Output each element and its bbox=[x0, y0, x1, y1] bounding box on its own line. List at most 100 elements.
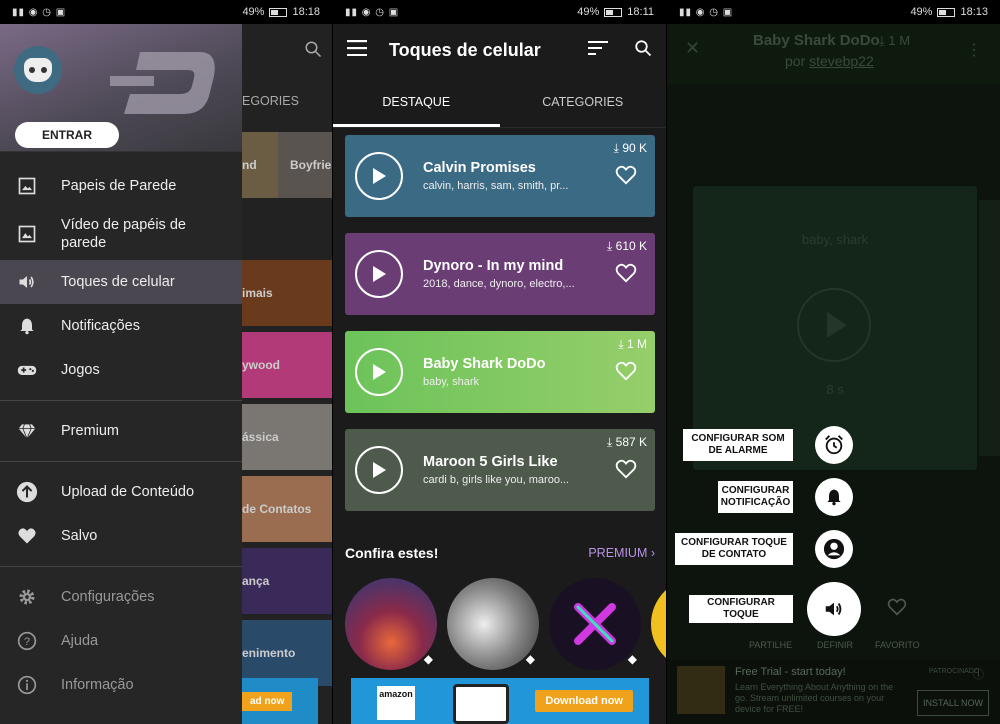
more-options-icon[interactable]: ⋮ bbox=[966, 40, 982, 60]
download-count-value: 90 K bbox=[622, 141, 647, 155]
battery-text: 49% bbox=[242, 6, 265, 18]
premium-thumbnail[interactable]: ◆ bbox=[447, 578, 539, 670]
phone-image bbox=[453, 684, 509, 724]
set-contact-ringtone-label[interactable]: CONFIGURAR TOQUE DE CONTATO bbox=[675, 533, 793, 565]
download-count: ⤓ 587 K bbox=[607, 435, 647, 450]
ringtone-name: Maroon 5 Girls Like bbox=[423, 454, 558, 470]
status-bar: ▮▮ ◉ ◷ ▣ 49% 18:13 bbox=[667, 0, 1000, 24]
gear-icon bbox=[16, 586, 38, 608]
share-label[interactable]: PARTILHE bbox=[749, 640, 792, 650]
menu-item-notifications[interactable]: Notificações bbox=[0, 304, 242, 348]
play-button[interactable] bbox=[355, 446, 403, 494]
premium-thumbnail[interactable]: ◆ bbox=[549, 578, 641, 670]
info-icon[interactable]: ⓘ bbox=[973, 666, 984, 682]
ringtone-name: Dynoro - In my mind bbox=[423, 258, 564, 274]
hamburger-menu-icon[interactable] bbox=[347, 39, 367, 61]
ringtone-card[interactable]: Maroon 5 Girls Like cardi b, girls like y… bbox=[345, 429, 655, 511]
menu-item-info[interactable]: Informação bbox=[0, 663, 242, 707]
favorite-heart-icon[interactable] bbox=[615, 459, 637, 484]
divider bbox=[0, 566, 242, 567]
favorite-heart-icon[interactable] bbox=[887, 598, 907, 621]
tab-featured[interactable]: DESTAQUE bbox=[333, 76, 500, 127]
ringtone-tags: calvin, harris, sam, smith, pr... bbox=[423, 180, 569, 192]
signal-icons: ▮▮ ◉ ◷ ▣ bbox=[12, 6, 67, 18]
battery-icon bbox=[937, 7, 956, 17]
favorite-heart-icon[interactable] bbox=[615, 165, 637, 190]
ad-logo bbox=[677, 666, 725, 714]
menu-item-label: Informação bbox=[61, 677, 134, 693]
bell-icon bbox=[827, 489, 841, 506]
play-button[interactable] bbox=[355, 152, 403, 200]
favorite-label[interactable]: FAVORITO bbox=[875, 640, 920, 650]
menu-item-label: Salvo bbox=[61, 528, 98, 544]
menu-item-upload[interactable]: Upload de Conteúdo bbox=[0, 470, 242, 514]
help-icon: ? bbox=[16, 630, 38, 652]
set-alarm-button[interactable] bbox=[815, 426, 853, 464]
divider bbox=[0, 461, 242, 462]
ad-banner[interactable]: Free Trial - start today! Learn Everythi… bbox=[667, 660, 1000, 724]
ringtone-card[interactable]: Calvin Promises calvin, harris, sam, smit… bbox=[345, 135, 655, 217]
favorite-heart-icon[interactable] bbox=[615, 263, 637, 288]
close-icon[interactable]: ✕ bbox=[685, 38, 700, 59]
play-button[interactable] bbox=[797, 288, 871, 362]
ringtones-screen: ▮▮ ◉ ◷ ▣ 49% 18:11 Toques de celular DEST… bbox=[332, 0, 666, 724]
battery-icon bbox=[604, 7, 623, 17]
ringtone-card[interactable]: Dynoro - In my mind 2018, dance, dynoro, … bbox=[345, 233, 655, 315]
favorite-heart-icon[interactable] bbox=[615, 361, 637, 386]
premium-thumbnail[interactable] bbox=[651, 578, 666, 670]
divider bbox=[0, 400, 242, 401]
menu-item-games[interactable]: Jogos bbox=[0, 348, 242, 392]
download-count-value: 1 M bbox=[626, 337, 647, 351]
premium-thumbnail[interactable]: ◆ bbox=[345, 578, 437, 670]
bg-tile: imais bbox=[242, 260, 332, 326]
install-now-button[interactable]: INSTALL NOW bbox=[917, 690, 989, 716]
menu-item-help[interactable]: ? Ajuda bbox=[0, 619, 242, 663]
speaker-icon bbox=[825, 602, 842, 616]
navigation-drawer: ENTRAR Papeis de Parede Vídeo de papéis … bbox=[0, 24, 242, 724]
avatar[interactable] bbox=[14, 46, 62, 94]
set-ringtone-label[interactable]: CONFIGURAR TOQUE bbox=[689, 595, 793, 623]
menu-item-label: Notificações bbox=[61, 318, 140, 334]
menu-item-label: Upload de Conteúdo bbox=[61, 484, 195, 500]
menu-item-wallpapers[interactable]: Papeis de Parede bbox=[0, 164, 242, 208]
set-notification-label[interactable]: CONFIGURAR NOTIFICAÇÃO bbox=[718, 481, 793, 513]
play-button[interactable] bbox=[355, 348, 403, 396]
play-button[interactable] bbox=[355, 250, 403, 298]
search-icon[interactable] bbox=[634, 39, 652, 62]
next-card-peek bbox=[979, 200, 1000, 456]
diamond-icon: ◆ bbox=[525, 652, 535, 666]
ad-banner[interactable]: amazon Download now bbox=[351, 678, 649, 724]
menu-item-saved[interactable]: Salvo bbox=[0, 514, 242, 558]
diamond-icon bbox=[16, 420, 38, 442]
ringtone-tags: cardi b, girls like you, maroo... bbox=[423, 474, 570, 486]
tab-categories[interactable]: CATEGORIES bbox=[500, 76, 667, 127]
download-now-button[interactable]: Download now bbox=[535, 690, 633, 712]
bg-tile: ássica bbox=[242, 404, 332, 470]
bg-tile: ywood bbox=[242, 332, 332, 398]
set-alarm-label[interactable]: CONFIGURAR SOM DE ALARME bbox=[683, 429, 793, 461]
enter-button[interactable]: ENTRAR bbox=[15, 122, 119, 148]
menu-item-ringtones[interactable]: Toques de celular bbox=[0, 260, 242, 304]
author-link[interactable]: stevebp22 bbox=[809, 53, 874, 69]
set-ringtone-button[interactable] bbox=[807, 582, 861, 636]
contact-icon bbox=[823, 538, 845, 560]
menu-item-label: Toques de celular bbox=[61, 274, 175, 290]
menu-item-settings[interactable]: Configurações bbox=[0, 575, 242, 619]
set-contact-ringtone-button[interactable] bbox=[815, 530, 853, 568]
premium-link[interactable]: PREMIUM › bbox=[588, 546, 655, 560]
download-count: ⤓ 1 M bbox=[618, 337, 647, 352]
set-label[interactable]: DEFINIR bbox=[817, 640, 853, 650]
status-bar: ▮▮ ◉ ◷ ▣ 49% 18:11 bbox=[333, 0, 666, 24]
author-prefix: por bbox=[785, 53, 806, 69]
ringtone-name: Calvin Promises bbox=[423, 160, 536, 176]
menu-item-label: Premium bbox=[61, 423, 120, 439]
ringtone-card[interactable]: Baby Shark DoDo baby, shark ⤓ 1 M bbox=[345, 331, 655, 413]
menu-item-premium[interactable]: Premium bbox=[0, 409, 242, 453]
menu-item-video-wallpapers[interactable]: Vídeo de papéis de parede bbox=[0, 208, 242, 260]
set-notification-button[interactable] bbox=[815, 478, 853, 516]
download-count-value: 587 K bbox=[615, 435, 647, 449]
info-icon bbox=[16, 674, 38, 696]
sort-icon[interactable] bbox=[588, 40, 608, 61]
search-icon bbox=[304, 40, 322, 63]
see-also-header: Confira estes! PREMIUM › bbox=[345, 545, 655, 561]
